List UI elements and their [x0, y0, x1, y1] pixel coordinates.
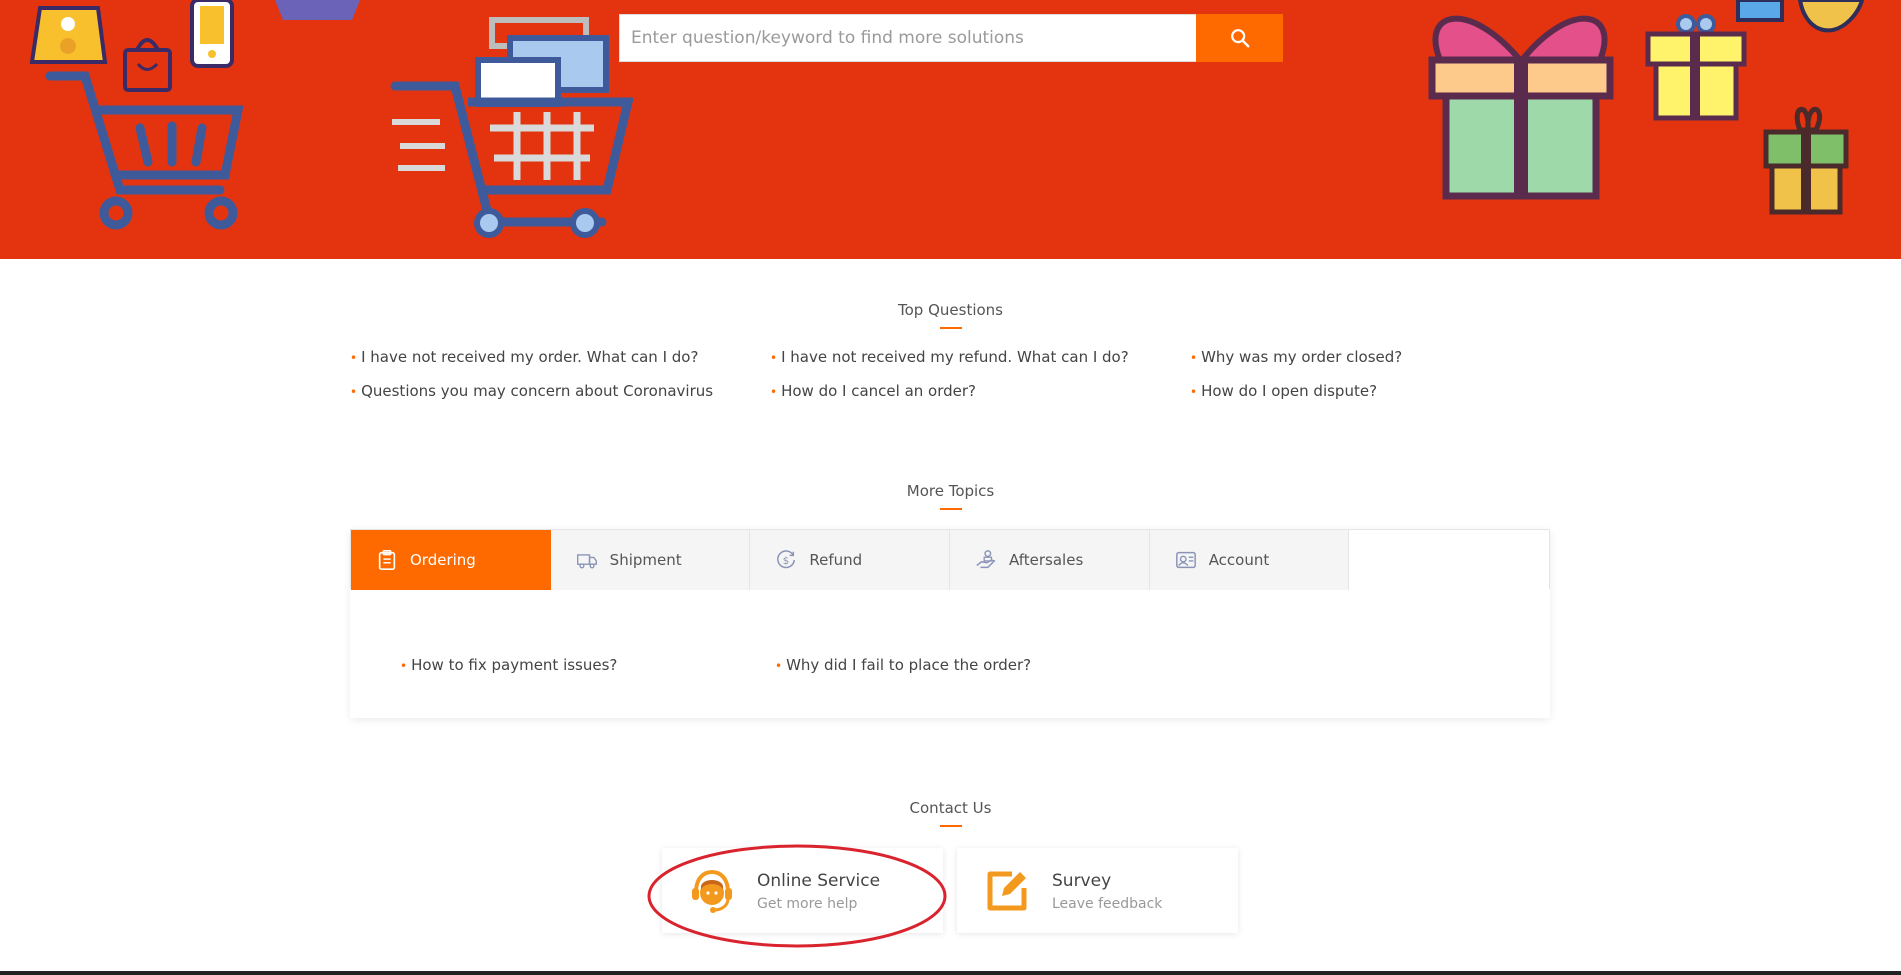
clipboard-icon [376, 549, 398, 571]
green-gift-icon [1763, 106, 1849, 215]
survey-subtitle: Leave feedback [1052, 895, 1163, 912]
question-text: Questions you may concern about Coronavi… [361, 382, 714, 400]
question-text: I have not received my refund. What can … [781, 348, 1129, 366]
question-link[interactable]: • I have not received my order. What can … [350, 348, 770, 368]
tab-placeholder [1349, 530, 1550, 590]
edit-survey-icon [982, 866, 1032, 916]
online-service-card[interactable]: Online Service Get more help [662, 848, 943, 933]
svg-text:$: $ [783, 556, 789, 567]
hand-service-icon [975, 549, 997, 571]
search-input[interactable] [619, 14, 1196, 62]
topic-link-text: How to fix payment issues? [411, 656, 618, 674]
cart-with-boxes-icon [390, 17, 634, 238]
tab-label: Account [1208, 551, 1270, 569]
tab-label: Shipment [609, 551, 682, 569]
search-icon [1230, 29, 1249, 48]
heading-underline [939, 508, 962, 510]
online-service-title: Online Service [757, 870, 881, 891]
question-link[interactable]: • I have not received my refund. What can… [770, 348, 1190, 368]
question-link[interactable]: • Why was my order closed? [1190, 348, 1610, 368]
survey-title: Survey [1052, 870, 1112, 891]
question-link[interactable]: • How do I open dispute? [1190, 382, 1610, 402]
search-bar [619, 14, 1283, 62]
online-service-subtitle: Get more help [757, 895, 858, 912]
survey-card[interactable]: Survey Leave feedback [957, 848, 1238, 933]
topics-panel: Ordering Shipment $ Refund Aftersales Ac… [350, 529, 1550, 718]
question-link[interactable]: • How do I cancel an order? [770, 382, 1190, 402]
topic-tabs: Ordering Shipment $ Refund Aftersales Ac… [350, 529, 1550, 590]
gift-box-icon [1428, 15, 1614, 200]
tab-shipment[interactable]: Shipment [550, 530, 751, 590]
tab-label: Refund [809, 551, 863, 569]
account-card-icon [1175, 549, 1197, 571]
question-text: I have not received my order. What can I… [361, 348, 699, 366]
more-topics-title: More Topics [906, 482, 995, 500]
question-text: How do I open dispute? [1201, 382, 1378, 400]
headset-agent-icon [687, 866, 737, 916]
hero-banner [0, 0, 1901, 259]
phone-icon [190, 0, 234, 68]
tab-ordering[interactable]: Ordering [351, 530, 551, 590]
cart-icon [45, 71, 244, 230]
tab-refund[interactable]: $ Refund [750, 530, 951, 590]
shopping-bag-icon [29, 6, 108, 64]
top-questions-heading: Top Questions [0, 301, 1901, 329]
more-topics-heading: More Topics [0, 482, 1901, 510]
top-questions-title: Top Questions [898, 301, 1003, 319]
heading-underline [939, 327, 962, 329]
truck-icon [576, 549, 598, 571]
online-service-text: Online Service Get more help [757, 870, 880, 912]
question-text: How do I cancel an order? [781, 382, 977, 400]
contact-title: Contact Us [909, 799, 992, 817]
tab-label: Aftersales [1009, 551, 1084, 569]
dollar-refund-icon: $ [775, 549, 797, 571]
tote-bag-icon [123, 38, 172, 92]
topic-link[interactable]: • Why did I fail to place the order? [775, 656, 1031, 674]
topic-link-text: Why did I fail to place the order? [786, 656, 1032, 674]
topic-link[interactable]: • How to fix payment issues? [400, 656, 617, 674]
question-link[interactable]: • Questions you may concern about Coronav… [350, 382, 770, 402]
search-button[interactable] [1196, 14, 1283, 62]
tab-account[interactable]: Account [1149, 530, 1350, 590]
heading-underline [939, 825, 962, 827]
topic-content: • How to fix payment issues? • Why did I f… [350, 589, 1550, 718]
page-bottom-border [0, 971, 1901, 975]
survey-text: Survey Leave feedback [1052, 870, 1162, 912]
tab-label: Ordering [410, 551, 476, 569]
question-text: Why was my order closed? [1201, 348, 1403, 366]
top-questions-list: • I have not received my order. What can … [350, 348, 1610, 402]
tab-aftersales[interactable]: Aftersales [950, 530, 1150, 590]
small-gift-icon [1645, 14, 1747, 121]
contact-heading: Contact Us [0, 799, 1901, 827]
